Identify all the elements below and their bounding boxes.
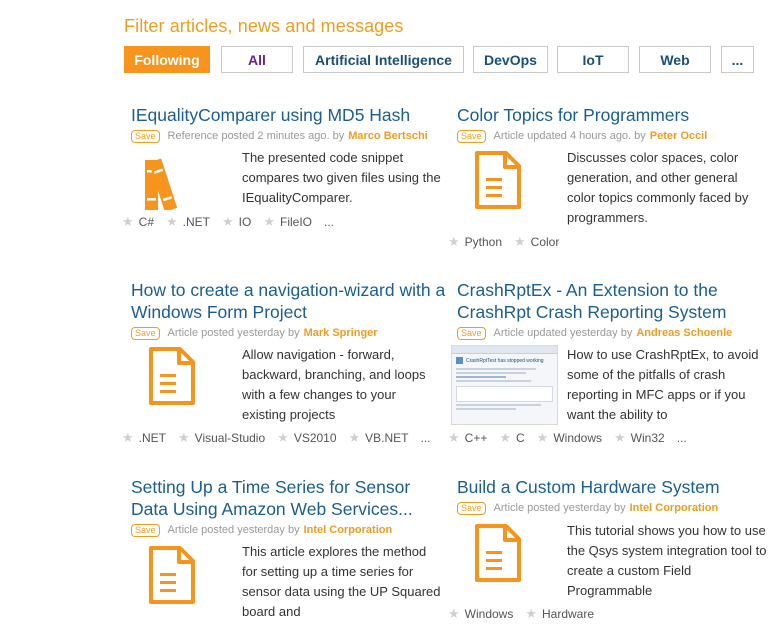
tag[interactable]: ★ VS2010 — [277, 430, 336, 446]
article-meta-text: Article updated yesterday by — [493, 327, 633, 339]
save-button[interactable]: Save — [131, 523, 160, 537]
article-meta: Save Article updated 4 hours ago. by Pet… — [457, 129, 757, 143]
article-card: IEqualityComparer using MD5 Hash Save Re… — [131, 104, 451, 143]
star-icon: ★ — [514, 234, 526, 249]
filter-following-button[interactable]: Following — [124, 46, 210, 73]
tag[interactable]: ★ .NET — [166, 214, 210, 230]
article-description: This article explores the method for set… — [242, 544, 441, 619]
article-card: Build a Custom Hardware System Save Arti… — [457, 476, 757, 515]
article-meta-text: Article posted yesterday by — [493, 502, 626, 514]
article-description: Allow navigation - forward, backward, br… — [242, 347, 426, 422]
tag-list: ★ C++ ★ C ★ Windows ★ Win32 ... — [448, 430, 687, 446]
article-card: How to create a navigation-wizard with a… — [131, 279, 451, 340]
article-title[interactable]: Setting Up a Time Series for Sensor Data… — [131, 476, 451, 520]
star-icon: ★ — [277, 430, 289, 445]
tag[interactable]: ★ IO — [222, 214, 251, 230]
document-icon — [474, 150, 522, 214]
tag-list: ★ C# ★ .NET ★ IO ★ FileIO ... — [122, 214, 334, 230]
star-icon: ★ — [222, 214, 234, 229]
article-card: Setting Up a Time Series for Sensor Data… — [131, 476, 451, 537]
filter-web-button[interactable]: Web — [639, 46, 711, 73]
screenshot-thumbnail: CrashRptTest has stopped working — [451, 345, 558, 425]
tag-list: ★ .NET ★ Visual-Studio ★ VS2010 ★ VB.NET ... — [122, 430, 431, 446]
tag[interactable]: ★ C++ — [448, 430, 487, 446]
article-meta-text: Article posted yesterday by — [167, 524, 300, 536]
author-link[interactable]: Andreas Schoenle — [636, 327, 732, 339]
star-icon: ★ — [525, 606, 537, 621]
star-icon: ★ — [166, 214, 178, 229]
article-meta-text: Reference posted 2 minutes ago. by — [167, 130, 345, 142]
more-tags-link[interactable]: ... — [324, 215, 334, 229]
filter-all-button[interactable]: All — [221, 46, 293, 73]
tag[interactable]: ★ Python — [448, 234, 502, 250]
author-link[interactable]: Marco Bertschi — [348, 130, 427, 142]
article-description: The presented code snippet compares two … — [242, 150, 441, 205]
star-icon: ★ — [122, 430, 134, 445]
filter-ai-button[interactable]: Artificial Intelligence — [303, 46, 464, 73]
tag[interactable]: ★ Windows — [537, 430, 602, 446]
filter-more-button[interactable]: ... — [721, 46, 754, 73]
tag[interactable]: ★ Win32 — [614, 430, 665, 446]
article-meta-text: Article updated 4 hours ago. by — [493, 130, 646, 142]
star-icon: ★ — [348, 430, 361, 445]
filter-iot-button[interactable]: IoT — [557, 46, 629, 73]
document-icon — [474, 523, 522, 587]
star-icon: ★ — [263, 214, 275, 229]
star-icon: ★ — [448, 606, 460, 621]
save-button[interactable]: Save — [457, 326, 486, 340]
document-icon — [148, 346, 196, 410]
tag-list: ★ Windows ★ Hardware — [448, 606, 606, 622]
save-button[interactable]: Save — [131, 326, 160, 340]
article-meta: Save Article posted yesterday by Intel C… — [131, 523, 451, 537]
tag[interactable]: ★ Windows — [448, 606, 513, 622]
article-description: Discusses color spaces, color generation… — [567, 150, 749, 225]
article-meta: Save Article updated yesterday by Andrea… — [457, 326, 757, 340]
thumbnail-caption: CrashRptTest has stopped working — [466, 357, 544, 364]
star-icon: ★ — [448, 430, 460, 445]
star-icon: ★ — [536, 430, 549, 445]
more-tags-link[interactable]: ... — [677, 431, 687, 445]
article-card: Color Topics for Programmers Save Articl… — [457, 104, 757, 143]
article-title[interactable]: Color Topics for Programmers — [457, 104, 757, 126]
tag[interactable]: ★ VB.NET — [349, 430, 409, 446]
star-icon: ★ — [614, 430, 626, 445]
author-link[interactable]: Peter Occil — [650, 130, 707, 142]
author-link[interactable]: Intel Corporation — [630, 502, 719, 514]
article-title[interactable]: IEqualityComparer using MD5 Hash — [131, 104, 451, 126]
filter-devops-button[interactable]: DevOps — [473, 46, 548, 73]
article-meta: Save Reference posted 2 minutes ago. by … — [131, 129, 451, 143]
article-title[interactable]: CrashRptEx - An Extension to the CrashRp… — [457, 279, 757, 323]
page-heading: Filter articles, news and messages — [124, 16, 404, 36]
tag[interactable]: ★ FileIO — [263, 214, 312, 230]
more-tags-link[interactable]: ... — [421, 431, 431, 445]
star-icon: ★ — [499, 430, 511, 445]
save-button[interactable]: Save — [457, 129, 486, 143]
document-icon — [148, 545, 196, 609]
star-icon: ★ — [122, 214, 134, 229]
article-title[interactable]: How to create a navigation-wizard with a… — [131, 279, 451, 323]
article-description: How to use CrashRptEx, to avoid some of … — [567, 347, 759, 422]
author-link[interactable]: Intel Corporation — [304, 524, 393, 536]
article-meta: Save Article posted yesterday by Mark Sp… — [131, 326, 451, 340]
article-description: This tutorial shows you how to use the Q… — [567, 523, 767, 598]
article-card: CrashRptEx - An Extension to the CrashRp… — [457, 279, 757, 340]
article-title[interactable]: Build a Custom Hardware System — [457, 476, 757, 498]
save-button[interactable]: Save — [131, 129, 160, 143]
warning-icon — [456, 357, 463, 364]
tag[interactable]: ★ .NET — [122, 430, 166, 446]
tag[interactable]: ★ C# — [122, 214, 154, 230]
tag[interactable]: ★ Hardware — [525, 606, 594, 622]
tag[interactable]: ★ C — [499, 430, 524, 446]
article-meta-text: Article posted yesterday by — [167, 327, 300, 339]
star-icon: ★ — [448, 234, 460, 249]
article-meta: Save Article posted yesterday by Intel C… — [457, 501, 757, 515]
tag[interactable]: ★ Color — [514, 234, 559, 250]
star-icon: ★ — [178, 430, 190, 445]
books-icon — [145, 150, 195, 214]
author-link[interactable]: Mark Springer — [304, 327, 378, 339]
save-button[interactable]: Save — [457, 501, 486, 515]
tag-list: ★ Python ★ Color — [448, 234, 571, 250]
tag[interactable]: ★ Visual-Studio — [178, 430, 265, 446]
